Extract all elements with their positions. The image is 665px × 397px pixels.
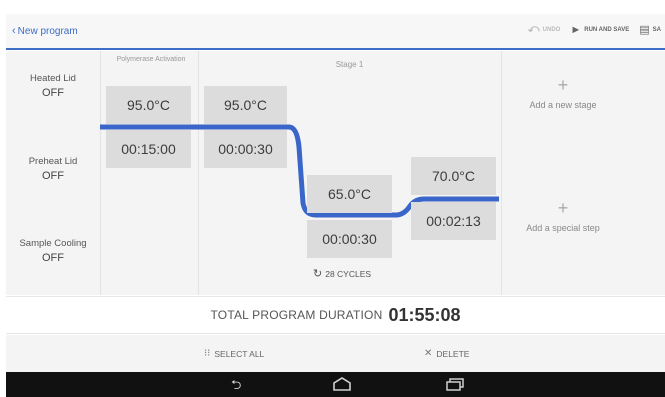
temperature-value: 95.0°C — [127, 97, 170, 113]
plus-icon: + — [557, 75, 569, 95]
cycles-label: 28 CYCLES — [325, 268, 372, 279]
select-all-button[interactable]: ⁝⁝ SELECT ALL — [204, 348, 264, 359]
undo-label: UNDO — [542, 26, 561, 33]
play-icon: ► — [570, 23, 582, 36]
add-special-step-label: Add a special step — [526, 223, 600, 233]
action-bar: ⁝⁝ SELECT ALL ✕ DELETE — [6, 335, 665, 372]
toolbar-actions: ⤺ UNDO ► RUN AND SAVE ▤ SA — [528, 23, 661, 36]
save-icon: ▤ — [639, 24, 650, 36]
select-all-label: SELECT ALL — [214, 348, 265, 359]
step-temperature[interactable]: 95.0°C — [106, 86, 191, 124]
undo-icon: ⤺ — [527, 23, 540, 35]
repeat-icon: ↻ — [313, 268, 323, 280]
recent-apps-icon[interactable] — [446, 378, 464, 391]
step-duration[interactable]: 00:00:30 — [204, 130, 287, 168]
run-and-save-label: RUN AND SAVE — [584, 26, 630, 33]
duration-value: 00:15:00 — [121, 141, 176, 157]
total-duration-value: 01:55:08 — [388, 304, 461, 325]
delete-button[interactable]: ✕ DELETE — [424, 348, 469, 359]
duration-value: 00:00:30 — [322, 231, 377, 247]
total-duration-label: TOTAL PROGRAM DURATION — [210, 308, 383, 322]
delete-label: DELETE — [436, 348, 470, 359]
step-duration[interactable]: 00:02:13 — [411, 202, 496, 240]
program-editor: Heated Lid OFF Preheat Lid OFF Sample Co… — [6, 51, 665, 295]
system-navigation-bar: ⮌ — [6, 372, 665, 397]
duration-value: 00:00:30 — [218, 141, 273, 157]
step-temperature[interactable]: 95.0°C — [204, 86, 287, 124]
undo-button[interactable]: ⤺ UNDO — [528, 23, 560, 36]
add-special-step-button[interactable]: + Add a special step — [513, 199, 613, 234]
run-and-save-button[interactable]: ► RUN AND SAVE — [570, 24, 629, 36]
home-icon[interactable] — [333, 377, 351, 391]
total-duration-row: TOTAL PROGRAM DURATION 01:55:08 — [6, 296, 665, 334]
temperature-value: 70.0°C — [432, 168, 475, 184]
step-duration[interactable]: 00:15:00 — [106, 130, 191, 168]
save-button[interactable]: ▤ SA — [639, 23, 661, 36]
add-new-stage-button[interactable]: + Add a new stage — [513, 76, 613, 111]
plus-icon: + — [557, 198, 569, 218]
back-button[interactable]: ‹ New program — [12, 25, 78, 37]
back-label: New program — [17, 25, 78, 37]
temperature-value: 65.0°C — [328, 186, 371, 202]
temperature-value: 95.0°C — [224, 97, 267, 113]
select-all-icon: ⁝⁝ — [204, 348, 211, 359]
step-temperature[interactable]: 65.0°C — [307, 175, 392, 213]
back-icon[interactable]: ⮌ — [231, 378, 241, 391]
add-new-stage-label: Add a new stage — [529, 100, 597, 110]
save-label: SA — [652, 26, 661, 33]
top-app-bar: ‹ New program ⤺ UNDO ► RUN AND SAVE ▤ SA — [6, 14, 665, 50]
duration-value: 00:02:13 — [426, 213, 481, 229]
step-duration[interactable]: 00:00:30 — [307, 220, 392, 258]
step-temperature[interactable]: 70.0°C — [411, 157, 496, 195]
cycles-counter[interactable]: ↻ 28 CYCLES — [313, 267, 371, 280]
chevron-left-icon: ‹ — [12, 25, 16, 37]
close-icon: ✕ — [424, 348, 433, 359]
